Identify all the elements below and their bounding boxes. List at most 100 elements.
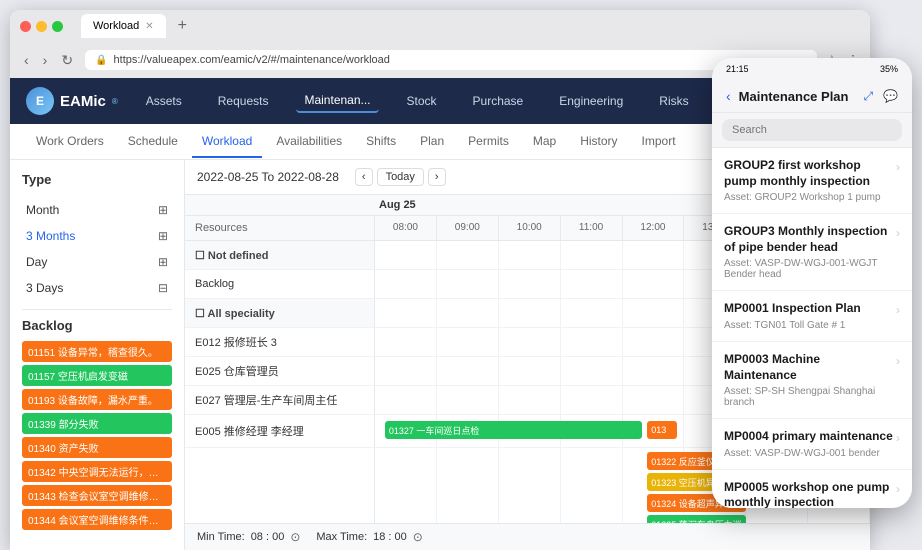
gantt-bar-01327[interactable]: 01327 一车间巡日点检 — [385, 421, 642, 439]
sidebar-item-day[interactable]: Day ⊞ — [22, 249, 172, 275]
mobile-list-item-3[interactable]: MP0003 Machine Maintenance Asset: SP-SH … — [712, 342, 912, 419]
new-tab-button[interactable]: + — [178, 17, 187, 35]
gantt-cell — [437, 448, 499, 523]
backlog-01193[interactable]: 01193 设备故障，漏水严重。 — [22, 389, 172, 410]
gantt-cell — [375, 328, 437, 356]
today-button[interactable]: Today — [377, 168, 424, 186]
sidebar-item-month[interactable]: Month ⊞ — [22, 197, 172, 223]
mobile-back-button[interactable]: ‹ — [726, 88, 731, 104]
sidebar-item-3days[interactable]: 3 Days ⊟ — [22, 275, 172, 301]
gantt-cell — [437, 328, 499, 356]
logo-text: EAMic — [60, 93, 106, 110]
chevron-right-icon-0: › — [896, 160, 900, 174]
gantt-cell — [623, 270, 685, 298]
not-defined-label: ☐ Not defined — [195, 249, 268, 262]
gantt-cell — [437, 299, 499, 327]
subnav-permits[interactable]: Permits — [458, 126, 519, 158]
subnav-shifts[interactable]: Shifts — [356, 126, 406, 158]
all-speciality-label: ☐ All speciality — [195, 307, 275, 320]
gantt-row-label-5: E027 管理层-生产车间周主任 — [185, 386, 375, 414]
browser-tab[interactable]: Workload ✕ — [81, 14, 166, 38]
logo-icon: E — [26, 87, 54, 115]
backlog-01151[interactable]: 01151 设备异常，稽查很久。 — [22, 341, 172, 362]
min-time-icon[interactable]: ⊙ — [290, 530, 300, 544]
close-dot[interactable] — [20, 21, 31, 32]
next-date-button[interactable]: › — [428, 168, 446, 186]
maximize-dot[interactable] — [52, 21, 63, 32]
gantt-bar-013[interactable]: 013 — [647, 421, 677, 439]
nav-requests[interactable]: Requests — [210, 90, 277, 112]
prev-date-button[interactable]: ‹ — [355, 168, 373, 186]
subnav-availabilities[interactable]: Availabilities — [266, 126, 352, 158]
gantt-cell — [561, 299, 623, 327]
max-time-icon[interactable]: ⊙ — [413, 530, 423, 544]
grid-icon-3days: ⊟ — [158, 281, 168, 295]
mobile-item-content-3: MP0003 Machine Maintenance Asset: SP-SH … — [724, 352, 896, 408]
grid-icon-day: ⊞ — [158, 255, 168, 269]
logo-trademark: ® — [112, 97, 118, 106]
mobile-list-item-2[interactable]: MP0001 Inspection Plan Asset: TGN01 Toll… — [712, 291, 912, 342]
max-time-label: Max Time: — [316, 531, 367, 543]
gantt-cell — [499, 357, 561, 385]
subnav-map[interactable]: Map — [523, 126, 566, 158]
nav-assets[interactable]: Assets — [138, 90, 190, 112]
url-bar[interactable]: 🔒 https://valueapex.com/eamic/v2/#/maint… — [85, 50, 817, 70]
bar-label-01327: 01327 一车间巡日点检 — [389, 424, 480, 437]
subnav-schedule[interactable]: Schedule — [118, 126, 188, 158]
backlog-01339[interactable]: 01339 部分失败 — [22, 413, 172, 434]
sidebar-item-3months[interactable]: 3 Months ⊞ — [22, 223, 172, 249]
nav-purchase[interactable]: Purchase — [465, 90, 532, 112]
subnav-plan[interactable]: Plan — [410, 126, 454, 158]
min-time-label: Min Time: — [197, 531, 245, 543]
mobile-chat-icon[interactable]: 💬 — [883, 89, 898, 104]
mobile-item-title-5: MP0005 workshop one pump monthly inspect… — [724, 480, 896, 508]
mobile-header-title: Maintenance Plan — [739, 89, 856, 104]
subnav-import[interactable]: Import — [632, 126, 686, 158]
gantt-row-label-4: E025 仓库管理员 — [185, 357, 375, 385]
mobile-item-asset-4: Asset: VASP-DW-WGJ-001 bender — [724, 448, 896, 459]
mobile-item-asset-1: Asset: VASP-DW-WGJ-001-WGJT Bender head — [724, 258, 896, 280]
mobile-list-item-0[interactable]: GROUP2 first workshop pump monthly inspe… — [712, 148, 912, 214]
mobile-panel: 21:15 35% ‹ Maintenance Plan ⤢ 💬 GROUP2 … — [712, 58, 912, 508]
gantt-footer: Min Time: 08 : 00 ⊙ Max Time: 18 : 00 ⊙ — [185, 523, 870, 550]
refresh-button[interactable]: ↻ — [57, 50, 77, 71]
chevron-right-icon-3: › — [896, 354, 900, 368]
backlog-01342[interactable]: 01342 中央空调无法运行，出现故障。 — [22, 461, 172, 482]
e027-label: E027 管理层-生产车间周主任 — [195, 392, 337, 408]
mobile-item-title-0: GROUP2 first workshop pump monthly inspe… — [724, 158, 896, 189]
forward-button[interactable]: › — [39, 50, 52, 71]
gantt-bar-01325[interactable]: 01325 落沉车盘压力巡 — [647, 515, 746, 523]
close-icon[interactable]: ✕ — [145, 21, 153, 32]
mobile-list-item-4[interactable]: MP0004 primary maintenance Asset: VASP-D… — [712, 419, 912, 470]
time-label-1100: 11:00 — [561, 216, 623, 240]
subnav-work-orders[interactable]: Work Orders — [26, 126, 114, 158]
e025-label: E025 仓库管理员 — [195, 363, 279, 379]
gantt-cell — [561, 241, 623, 269]
nav-engineering[interactable]: Engineering — [551, 90, 631, 112]
time-label-1000: 10:00 — [499, 216, 561, 240]
gantt-cell — [561, 270, 623, 298]
nav-stock[interactable]: Stock — [399, 90, 445, 112]
mobile-item-content-1: GROUP3 Monthly inspection of pipe bender… — [724, 224, 896, 280]
mobile-expand-icon[interactable]: ⤢ — [863, 89, 873, 104]
sidebar-day-label: Day — [26, 255, 47, 269]
mobile-list-item-5[interactable]: MP0005 workshop one pump monthly inspect… — [712, 470, 912, 508]
subnav-history[interactable]: History — [570, 126, 627, 158]
gantt-cell — [623, 357, 685, 385]
minimize-dot[interactable] — [36, 21, 47, 32]
nav-risks[interactable]: Risks — [651, 90, 696, 112]
bar-01325-label: 01325 落沉车盘压力巡 — [651, 518, 742, 524]
back-button[interactable]: ‹ — [20, 50, 33, 71]
gantt-row-label-6: E005 推修经理 李经理 — [185, 415, 375, 447]
gantt-row-label-1: Backlog — [185, 270, 375, 298]
resources-col-header: Resources — [185, 216, 375, 240]
backlog-01340[interactable]: 01340 资产失败 — [22, 437, 172, 458]
mobile-item-title-4: MP0004 primary maintenance — [724, 429, 896, 445]
mobile-list-item-1[interactable]: GROUP3 Monthly inspection of pipe bender… — [712, 214, 912, 291]
nav-maintenance[interactable]: Maintenan... — [296, 89, 378, 113]
mobile-search — [712, 113, 912, 148]
backlog-01157[interactable]: 01157 空压机启发变磁 — [22, 365, 172, 386]
backlog-01343[interactable]: 01343 检查会议室空调维修条件申请 — [22, 485, 172, 506]
subnav-workload[interactable]: Workload — [192, 126, 262, 158]
mobile-search-input[interactable] — [722, 119, 902, 141]
